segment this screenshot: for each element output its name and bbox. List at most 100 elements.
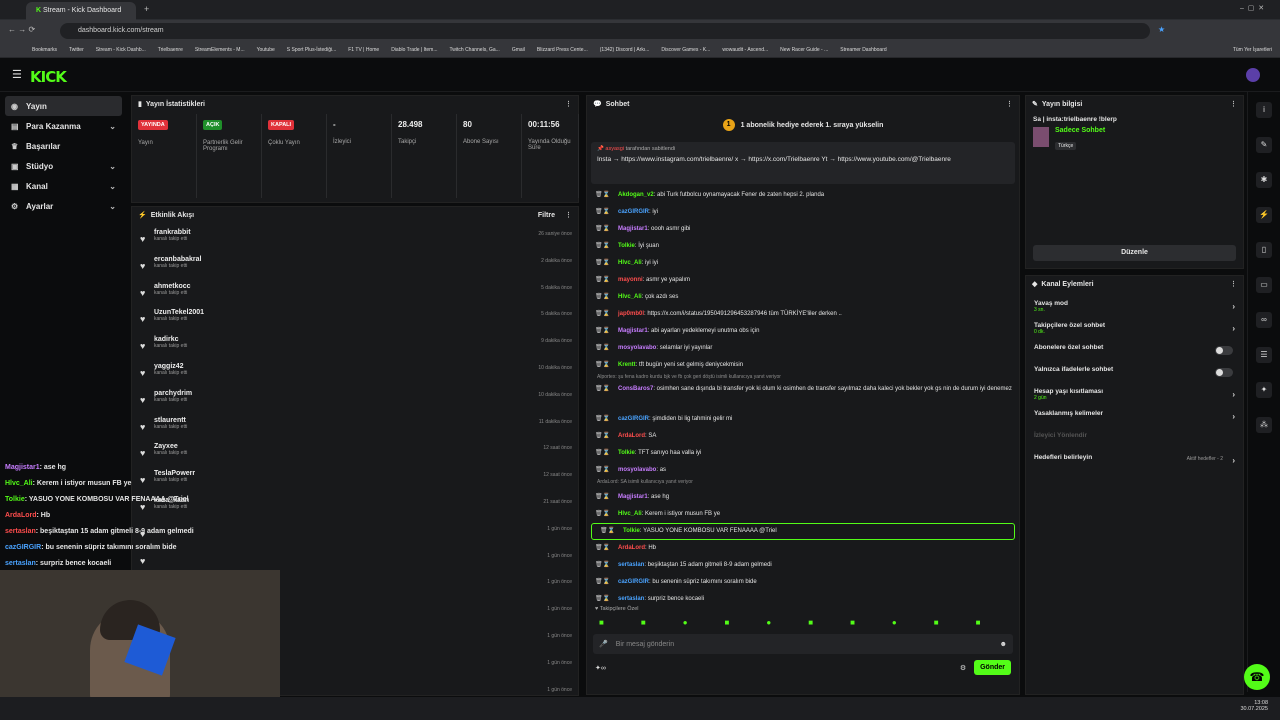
bookmark-item[interactable]: Streamer Dashboard <box>840 47 886 53</box>
sidebar-item-wallet[interactable]: ▤ Para Kazanma ⌄ <box>5 116 122 136</box>
send-button[interactable]: Gönder <box>974 660 1011 675</box>
chat-username[interactable]: Hlvc_Ali <box>618 294 642 300</box>
chat-username[interactable]: ArdaLord <box>618 545 645 551</box>
mod-actions-icon[interactable]: 🗑⌛ <box>595 428 613 445</box>
avatar[interactable] <box>1246 68 1260 82</box>
chat-username[interactable]: Hlvc_Ali <box>618 260 642 266</box>
emote-icon[interactable]: ● <box>683 618 688 627</box>
chat-username[interactable]: Tolkie <box>618 243 635 249</box>
mod-actions-icon[interactable]: 🗑⌛ <box>595 238 613 255</box>
browser-tab[interactable]: K Stream - Kick Dashboard <box>26 2 136 20</box>
bookmark-item[interactable]: Youtube <box>257 47 275 53</box>
chat-message[interactable]: 🗑⌛ mosyolavabo: as <box>587 462 1019 479</box>
sidebar-item-studio[interactable]: ▣ Stüdyo ⌄ <box>5 156 122 176</box>
mod-actions-icon[interactable]: 🗑⌛ <box>595 506 613 523</box>
mod-actions-icon[interactable]: 🗑⌛ <box>600 524 618 539</box>
chat-username[interactable]: mosyolavabo <box>618 467 656 473</box>
all-bookmarks[interactable]: Tüm Yer İşaretleri <box>1233 47 1272 53</box>
menu-icon[interactable]: ☰ <box>12 68 22 81</box>
chat-username[interactable]: mayonni <box>618 277 643 283</box>
window-controls[interactable]: – ▢ ✕ <box>1240 4 1264 12</box>
chat-bubble-icon[interactable]: ▭ <box>1256 277 1272 293</box>
channel-action-row[interactable]: Yasaklanmış kelimeler › <box>1026 406 1243 428</box>
sidebar-item-trophy[interactable]: ♛ Başarılar <box>5 136 122 156</box>
chat-username[interactable]: ArdaLord <box>618 433 645 439</box>
filter-button[interactable]: Filtre <box>538 212 555 219</box>
chat-message[interactable]: 🗑⌛ mosyolavabo: selamlar iyi yayınlar <box>587 340 1019 357</box>
help-chat-icon[interactable]: ☎ <box>1244 664 1270 690</box>
list-item[interactable]: ♥ ercanbabakral kanalı takip etti 2 dakika … <box>132 253 578 280</box>
chat-message[interactable]: 🗑⌛ jap0mb0l: https://x.com/i/status/19504… <box>587 306 1019 323</box>
bookmark-item[interactable]: (1342) Discord | Arkı... <box>600 47 650 53</box>
chat-username[interactable]: sertaslan <box>618 596 644 602</box>
nav-arrows-icon[interactable]: ← → ⟳ <box>8 25 35 34</box>
mod-actions-icon[interactable]: 🗑⌛ <box>595 272 613 289</box>
mod-actions-icon[interactable]: 🗑⌛ <box>595 340 613 357</box>
mod-actions-icon[interactable]: 🗑⌛ <box>595 411 613 428</box>
chat-message[interactable]: 🗑⌛ sertaslan: surpriz bence kocaeli <box>587 591 1019 603</box>
channel-action-row[interactable]: Yavaş mod 3 sn. › <box>1026 296 1243 318</box>
chat-message[interactable]: 🗑⌛ mayonni: asmr ye yapalım <box>587 272 1019 289</box>
mod-actions-icon[interactable]: 🗑⌛ <box>595 385 613 394</box>
gift-banner[interactable]: 1 1 abonelik hediye ederek 1. sıraya yük… <box>587 112 1019 138</box>
more-options-icon[interactable]: ⋮ <box>1230 280 1237 288</box>
mod-actions-icon[interactable]: 🗑⌛ <box>595 306 613 323</box>
chat-message[interactable]: 🗑⌛ Magjistar1: abi ayarları yedeklemeyi u… <box>587 323 1019 340</box>
chat-username[interactable]: jap0mb0l <box>618 311 644 317</box>
chat-message[interactable]: 🗑⌛ Tolkie: YASUO YONE KOMBOSU VAR FENAAAA… <box>591 523 1015 540</box>
bookmark-item[interactable]: F1 TV | Home <box>348 47 379 53</box>
chat-message[interactable]: 🗑⌛ Tolkie: TFT sanıyo haa valla iyi <box>587 445 1019 462</box>
mod-actions-icon[interactable]: 🗑⌛ <box>595 540 613 557</box>
chat-message[interactable]: 🗑⌛ Hlvc_Ali: iyi iyi <box>587 255 1019 272</box>
bookmark-item[interactable]: Discover Games - K... <box>661 47 710 53</box>
pen-icon[interactable]: ✎ <box>1256 137 1272 153</box>
toggle-switch[interactable] <box>1215 368 1233 377</box>
mod-actions-icon[interactable]: 🗑⌛ <box>595 323 613 340</box>
chat-message[interactable]: 🗑⌛ Hlvc_Ali: Kerem i istiyor musun FB ye <box>587 506 1019 523</box>
mod-actions-icon[interactable]: 🗑⌛ <box>595 221 613 238</box>
mod-actions-icon[interactable]: 🗑⌛ <box>595 462 613 479</box>
chat-message[interactable]: 🗑⌛ Krentt: tft bugün yeni set gelmiş deni… <box>587 357 1019 374</box>
chat-username[interactable]: cazGIRGIR <box>618 209 649 215</box>
more-options-icon[interactable]: ⋮ <box>1006 100 1013 108</box>
new-tab-icon[interactable]: + <box>144 4 149 14</box>
chat-username[interactable]: Tolkie <box>618 450 635 456</box>
chat-username[interactable]: Tolkie <box>623 528 640 534</box>
chat-message[interactable]: 🗑⌛ sertaslan: beşiktaştan 15 adam gitmeli… <box>587 557 1019 574</box>
bookmark-item[interactable]: S Sport Plus-İstediği... <box>287 47 336 53</box>
channel-action-row[interactable]: Yalnızca ifadelerle sohbet <box>1026 362 1243 384</box>
bookmark-item[interactable]: Blizzard Press Cente... <box>537 47 588 53</box>
mod-actions-icon[interactable]: 🗑⌛ <box>595 557 613 574</box>
emote-icon[interactable]: ■ <box>850 618 855 627</box>
more-options-icon[interactable]: ⋮ <box>565 100 572 108</box>
emote-icon[interactable]: ● <box>766 618 771 627</box>
chat-message[interactable]: 🗑⌛ ArdaLord: SA <box>587 428 1019 445</box>
chat-message[interactable]: 🗑⌛ cazGIRGIR: bu senenin süpriz takımını … <box>587 574 1019 591</box>
chat-input[interactable]: 🎤 Bir mesaj gönderin ☻ <box>593 634 1013 654</box>
chat-username[interactable]: Magjistar1 <box>618 328 648 334</box>
mic-icon[interactable]: 🎤 <box>599 640 608 648</box>
mod-actions-icon[interactable]: 🗑⌛ <box>595 445 613 462</box>
emote-icon[interactable]: ■ <box>808 618 813 627</box>
url-input[interactable]: dashboard.kick.com/stream <box>60 23 1150 39</box>
emoji-icon[interactable]: ☻ <box>1000 641 1007 648</box>
chat-username[interactable]: cazGIRGIR <box>618 579 649 585</box>
bookmark-item[interactable]: Bookmarks <box>32 47 57 53</box>
chat-message[interactable]: 🗑⌛ ArdaLord: Hb <box>587 540 1019 557</box>
sidebar-item-channel[interactable]: ▦ Kanal ⌄ <box>5 176 122 196</box>
bookmark-item[interactable]: Twitter <box>69 47 84 53</box>
chat-message[interactable]: 🗑⌛ cazGIRGIR: şimdiden bi lig tahmini gel… <box>587 411 1019 428</box>
chat-message[interactable]: 🗑⌛ Magjistar1: ase hg <box>587 489 1019 506</box>
chat-message[interactable]: 🗑⌛ Magjistar1: oooh asmr gibi <box>587 221 1019 238</box>
chat-username[interactable]: mosyolavabo <box>618 345 656 351</box>
sidebar-item-gear[interactable]: ⚙ Ayarlar ⌄ <box>5 196 122 216</box>
list-item[interactable]: ♥ kadirkc kanalı takip etti 9 dakika önce <box>132 333 578 360</box>
more-options-icon[interactable]: ⋮ <box>1230 100 1237 108</box>
phone-icon[interactable]: ▯ <box>1256 242 1272 258</box>
chat-username[interactable]: sertaslan <box>618 562 644 568</box>
chat-message[interactable]: 🗑⌛ ConsBaros7: osimhen sane dışında bi tr… <box>587 384 1019 411</box>
chat-message[interactable]: 🗑⌛ Akdogan_v2: abi Turk futbolcu oynamaya… <box>587 187 1019 204</box>
emote-icon[interactable]: ■ <box>599 618 604 627</box>
channel-action-row[interactable]: Hedefleri belirleyin › Aktif hedefler - 2 <box>1026 450 1243 472</box>
emote-icon[interactable]: ■ <box>934 618 939 627</box>
